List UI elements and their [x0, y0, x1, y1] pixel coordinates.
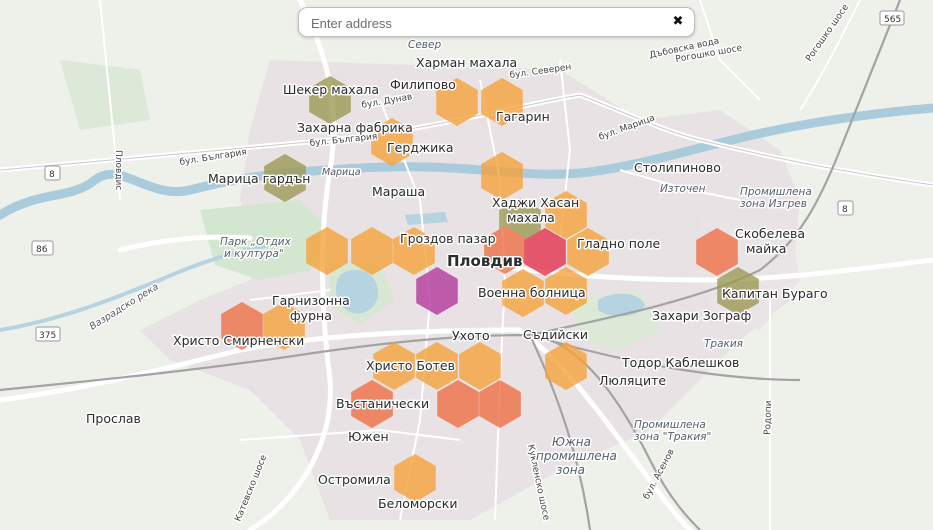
place-label: Гагарин — [496, 109, 550, 124]
city-label: Пловдив — [447, 252, 522, 270]
place-label: Беломорски — [378, 496, 457, 511]
address-search-box: ✖ — [298, 7, 695, 37]
place-label: Тодор Каблешков — [621, 355, 739, 370]
place-label: Марица гардън — [208, 171, 310, 186]
river-label: Марица — [322, 167, 361, 178]
place-label: Филипово — [390, 77, 456, 92]
place-label: Север — [408, 39, 441, 51]
place-label: Христо Ботев — [366, 358, 455, 373]
place-label: Южен — [348, 429, 389, 444]
place-label: Столипиново — [634, 160, 721, 175]
place-label: Захари Зограф — [652, 308, 751, 323]
place-label: Герджика — [387, 140, 454, 155]
place-label: фурна — [290, 308, 332, 323]
place-label: Прослав — [86, 411, 141, 426]
place-label: Гроздов пазар — [400, 231, 496, 246]
place-label: Христо Смирненски — [173, 333, 304, 348]
place-label: махала — [507, 210, 555, 225]
road-label: Пловдис — [113, 150, 123, 190]
area-label-iztochen: Източен — [660, 183, 706, 195]
place-label: Въстанически — [336, 396, 429, 411]
area-label-pz-trakia: Промишлена зона "Тракия" — [634, 419, 711, 443]
place-label: Гарнизонна — [272, 293, 350, 308]
area-label-park: Парк „Отдих и култура" — [220, 236, 292, 260]
road-shield-number: 375 — [39, 331, 56, 341]
place-label: Съдийски — [523, 327, 588, 342]
area-label-trakia: Тракия — [704, 338, 743, 350]
place-label: Скобелева — [735, 226, 805, 241]
place-label: Капитан Бураго — [722, 286, 828, 301]
road-shield-number: 8 — [49, 170, 55, 180]
place-label: Гладно поле — [577, 236, 661, 251]
road-shield-number: 86 — [36, 245, 48, 255]
address-search-input[interactable] — [309, 12, 668, 34]
clear-search-button[interactable]: ✖ — [668, 12, 688, 32]
area-label-izgrev: Промишлена зона Изгрев — [740, 186, 812, 210]
place-label: майка — [746, 241, 786, 256]
road-shield-number: 8 — [842, 205, 848, 215]
place-label: Харман махала — [416, 55, 517, 70]
place-label: Хаджи Хасан — [492, 195, 579, 210]
place-label: Военна болница — [478, 285, 586, 300]
place-label: Захарна фабрика — [297, 120, 413, 135]
place-label: Люляците — [599, 373, 666, 388]
place-label: Ухото — [452, 328, 490, 343]
road-label: Родопи — [763, 400, 774, 435]
place-label: Остромила — [318, 472, 391, 487]
map-canvas[interactable]: бул. Северен бул. Дунав бул. България бу… — [0, 0, 933, 530]
road-shield-number: 565 — [884, 15, 901, 25]
place-label: Шекер махала — [283, 82, 379, 97]
place-label: Мараша — [372, 184, 425, 199]
